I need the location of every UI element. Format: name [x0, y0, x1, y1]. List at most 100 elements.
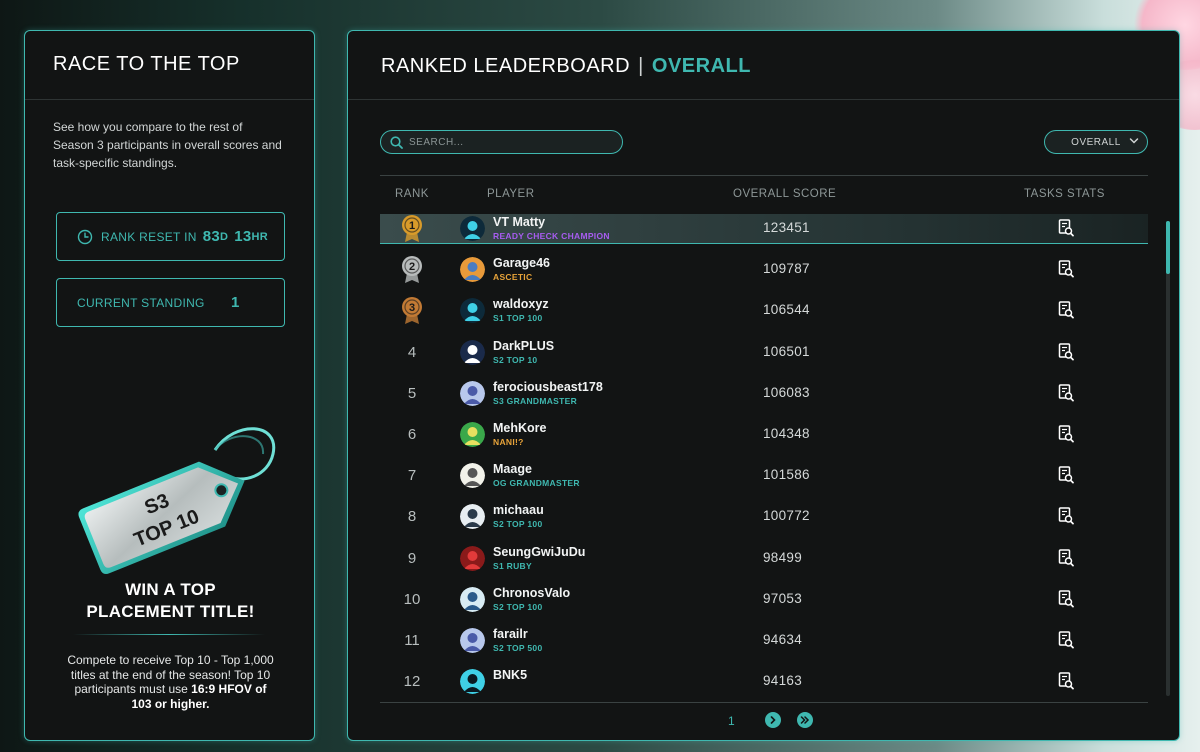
leaderboard-title-text: RANKED LEADERBOARD: [381, 55, 631, 77]
filter-select-value: OVERALL: [1071, 136, 1121, 148]
overall-score: 104348: [763, 426, 810, 441]
overall-score: 100772: [763, 508, 810, 524]
task-stats-icon[interactable]: [1058, 548, 1074, 567]
task-stats-icon[interactable]: [1058, 342, 1074, 361]
table-header: RANK PLAYER OVERALL SCORE TASKS STATS: [380, 186, 1148, 206]
overall-score: 97053: [763, 590, 803, 606]
rank-number: 11: [404, 632, 420, 649]
search-input[interactable]: [409, 136, 599, 148]
avatar[interactable]: [460, 545, 485, 571]
medal-rank: 3: [409, 302, 415, 314]
win-divider: [73, 634, 265, 635]
avatar[interactable]: [460, 422, 485, 447]
player-name[interactable]: SeungGwiJuDu: [493, 545, 585, 559]
overall-score: 123451: [763, 220, 810, 235]
table-row[interactable]: 7 Maage OG GRANDMASTER 101586: [380, 461, 1148, 491]
medal-rank: 2: [409, 261, 415, 273]
rank-reset-label: RANK RESET IN: [101, 229, 197, 244]
filter-select[interactable]: OVERALL: [1044, 130, 1148, 154]
rank-number: 6: [407, 426, 417, 443]
table-row[interactable]: 11 farailr S2 TOP 500 94634: [380, 626, 1148, 656]
task-stats-icon[interactable]: [1058, 507, 1074, 525]
chevron-down-icon: [1129, 138, 1139, 144]
player-name[interactable]: DarkPLUS: [493, 339, 554, 353]
task-stats-icon[interactable]: [1058, 425, 1074, 443]
clock-icon: [77, 229, 93, 244]
task-stats-icon[interactable]: [1058, 590, 1074, 608]
medal-rank: 1: [409, 220, 415, 232]
title-tag-image: S3 TOP 10: [78, 427, 276, 575]
table-row[interactable]: 2 Garage46 ASCETIC 109787: [380, 255, 1148, 285]
table-row[interactable]: 10 ChronosValo S2 TOP 100 97053: [380, 585, 1148, 615]
player-name[interactable]: waldoxyz: [493, 297, 549, 311]
table-row[interactable]: 3 waldoxyz S1 TOP 100 106544: [380, 296, 1148, 326]
overall-score: 94634: [763, 632, 803, 647]
rank-reset-hours: 13: [234, 228, 252, 245]
task-stats-icon[interactable]: [1058, 260, 1074, 278]
page-number[interactable]: 1: [728, 714, 735, 728]
rank-number: 12: [403, 673, 421, 691]
player-name[interactable]: VT Matty: [493, 215, 545, 229]
avatar[interactable]: [460, 380, 485, 406]
avatar[interactable]: [460, 298, 485, 324]
task-stats-icon[interactable]: [1058, 672, 1074, 690]
avatar[interactable]: [460, 257, 485, 283]
search-box[interactable]: [380, 130, 623, 154]
player-title: NANI!?: [493, 437, 524, 447]
table-row[interactable]: 6 MehKore NANI!? 104348: [380, 420, 1148, 450]
table-row[interactable]: 4 DarkPLUS S2 TOP 10 106501: [380, 338, 1148, 368]
scrollbar[interactable]: [1166, 221, 1170, 696]
column-rank: RANK: [395, 188, 429, 200]
search-icon: [390, 135, 403, 149]
table-row[interactable]: 5 ferociousbeast178 S3 GRANDMASTER 106083: [380, 379, 1148, 409]
avatar[interactable]: [460, 504, 485, 530]
win-title: WIN A TOP PLACEMENT TITLE!: [25, 579, 316, 623]
player-title: S2 TOP 100: [493, 519, 543, 530]
player-name[interactable]: Maage: [493, 462, 532, 476]
race-title: RACE TO THE TOP: [25, 31, 314, 100]
player-name[interactable]: farailr: [493, 627, 528, 641]
column-player: PLAYER: [487, 188, 535, 200]
leaderboard-rows: 1 VT Matty READY CHECK CHAMPION 123451 2 Gara…: [380, 214, 1148, 701]
table-row[interactable]: 8 michaau S2 TOP 100 100772: [380, 502, 1148, 532]
avatar[interactable]: [460, 628, 485, 653]
overall-score: 106501: [763, 343, 810, 359]
avatar[interactable]: [460, 463, 485, 489]
last-page-button[interactable]: [797, 712, 813, 728]
player-name[interactable]: Garage46: [493, 256, 550, 270]
scrollbar-thumb[interactable]: [1166, 221, 1170, 274]
table-row[interactable]: 9 SeungGwiJuDu S1 RUBY 98499: [380, 544, 1148, 574]
player-name[interactable]: ChronosValo: [493, 586, 570, 600]
player-name[interactable]: BNK5: [493, 668, 527, 682]
rank-reset-days-unit: D: [220, 230, 229, 243]
player-title: OG GRANDMASTER: [493, 478, 580, 489]
rank-reset-days: 83: [202, 228, 220, 245]
rank-reset-box: RANK RESET IN 83 D 13 HR: [56, 212, 285, 261]
task-stats-icon[interactable]: [1058, 631, 1074, 649]
task-stats-icon[interactable]: [1058, 301, 1074, 319]
chevron-right-icon: [770, 716, 776, 724]
avatar[interactable]: [460, 586, 485, 612]
player-name[interactable]: MehKore: [493, 421, 546, 435]
table-row[interactable]: 12 BNK5 94163: [380, 667, 1148, 697]
avatar[interactable]: [460, 669, 485, 695]
rank-number: 8: [407, 508, 417, 526]
race-description: See how you compare to the rest of Seaso…: [53, 120, 282, 170]
avatar[interactable]: [460, 339, 485, 365]
task-stats-icon[interactable]: [1058, 466, 1074, 484]
avatar[interactable]: [460, 216, 485, 241]
task-stats-icon[interactable]: [1058, 384, 1074, 402]
current-standing-value: 1: [231, 294, 240, 311]
table-row[interactable]: 1 VT Matty READY CHECK CHAMPION 123451: [380, 214, 1148, 244]
rank-number: 4: [407, 343, 417, 361]
task-stats-icon[interactable]: [1058, 219, 1074, 237]
rank-number: 7: [407, 467, 417, 485]
next-page-button[interactable]: [765, 712, 781, 728]
player-name[interactable]: michaau: [493, 503, 544, 517]
player-title: S3 GRANDMASTER: [493, 395, 578, 406]
overall-score: 98499: [763, 549, 803, 565]
overall-score: 94163: [763, 673, 803, 689]
player-name[interactable]: ferociousbeast178: [493, 380, 603, 394]
win-title-line-2: PLACEMENT TITLE!: [86, 602, 255, 621]
overall-score: 106544: [763, 302, 810, 318]
